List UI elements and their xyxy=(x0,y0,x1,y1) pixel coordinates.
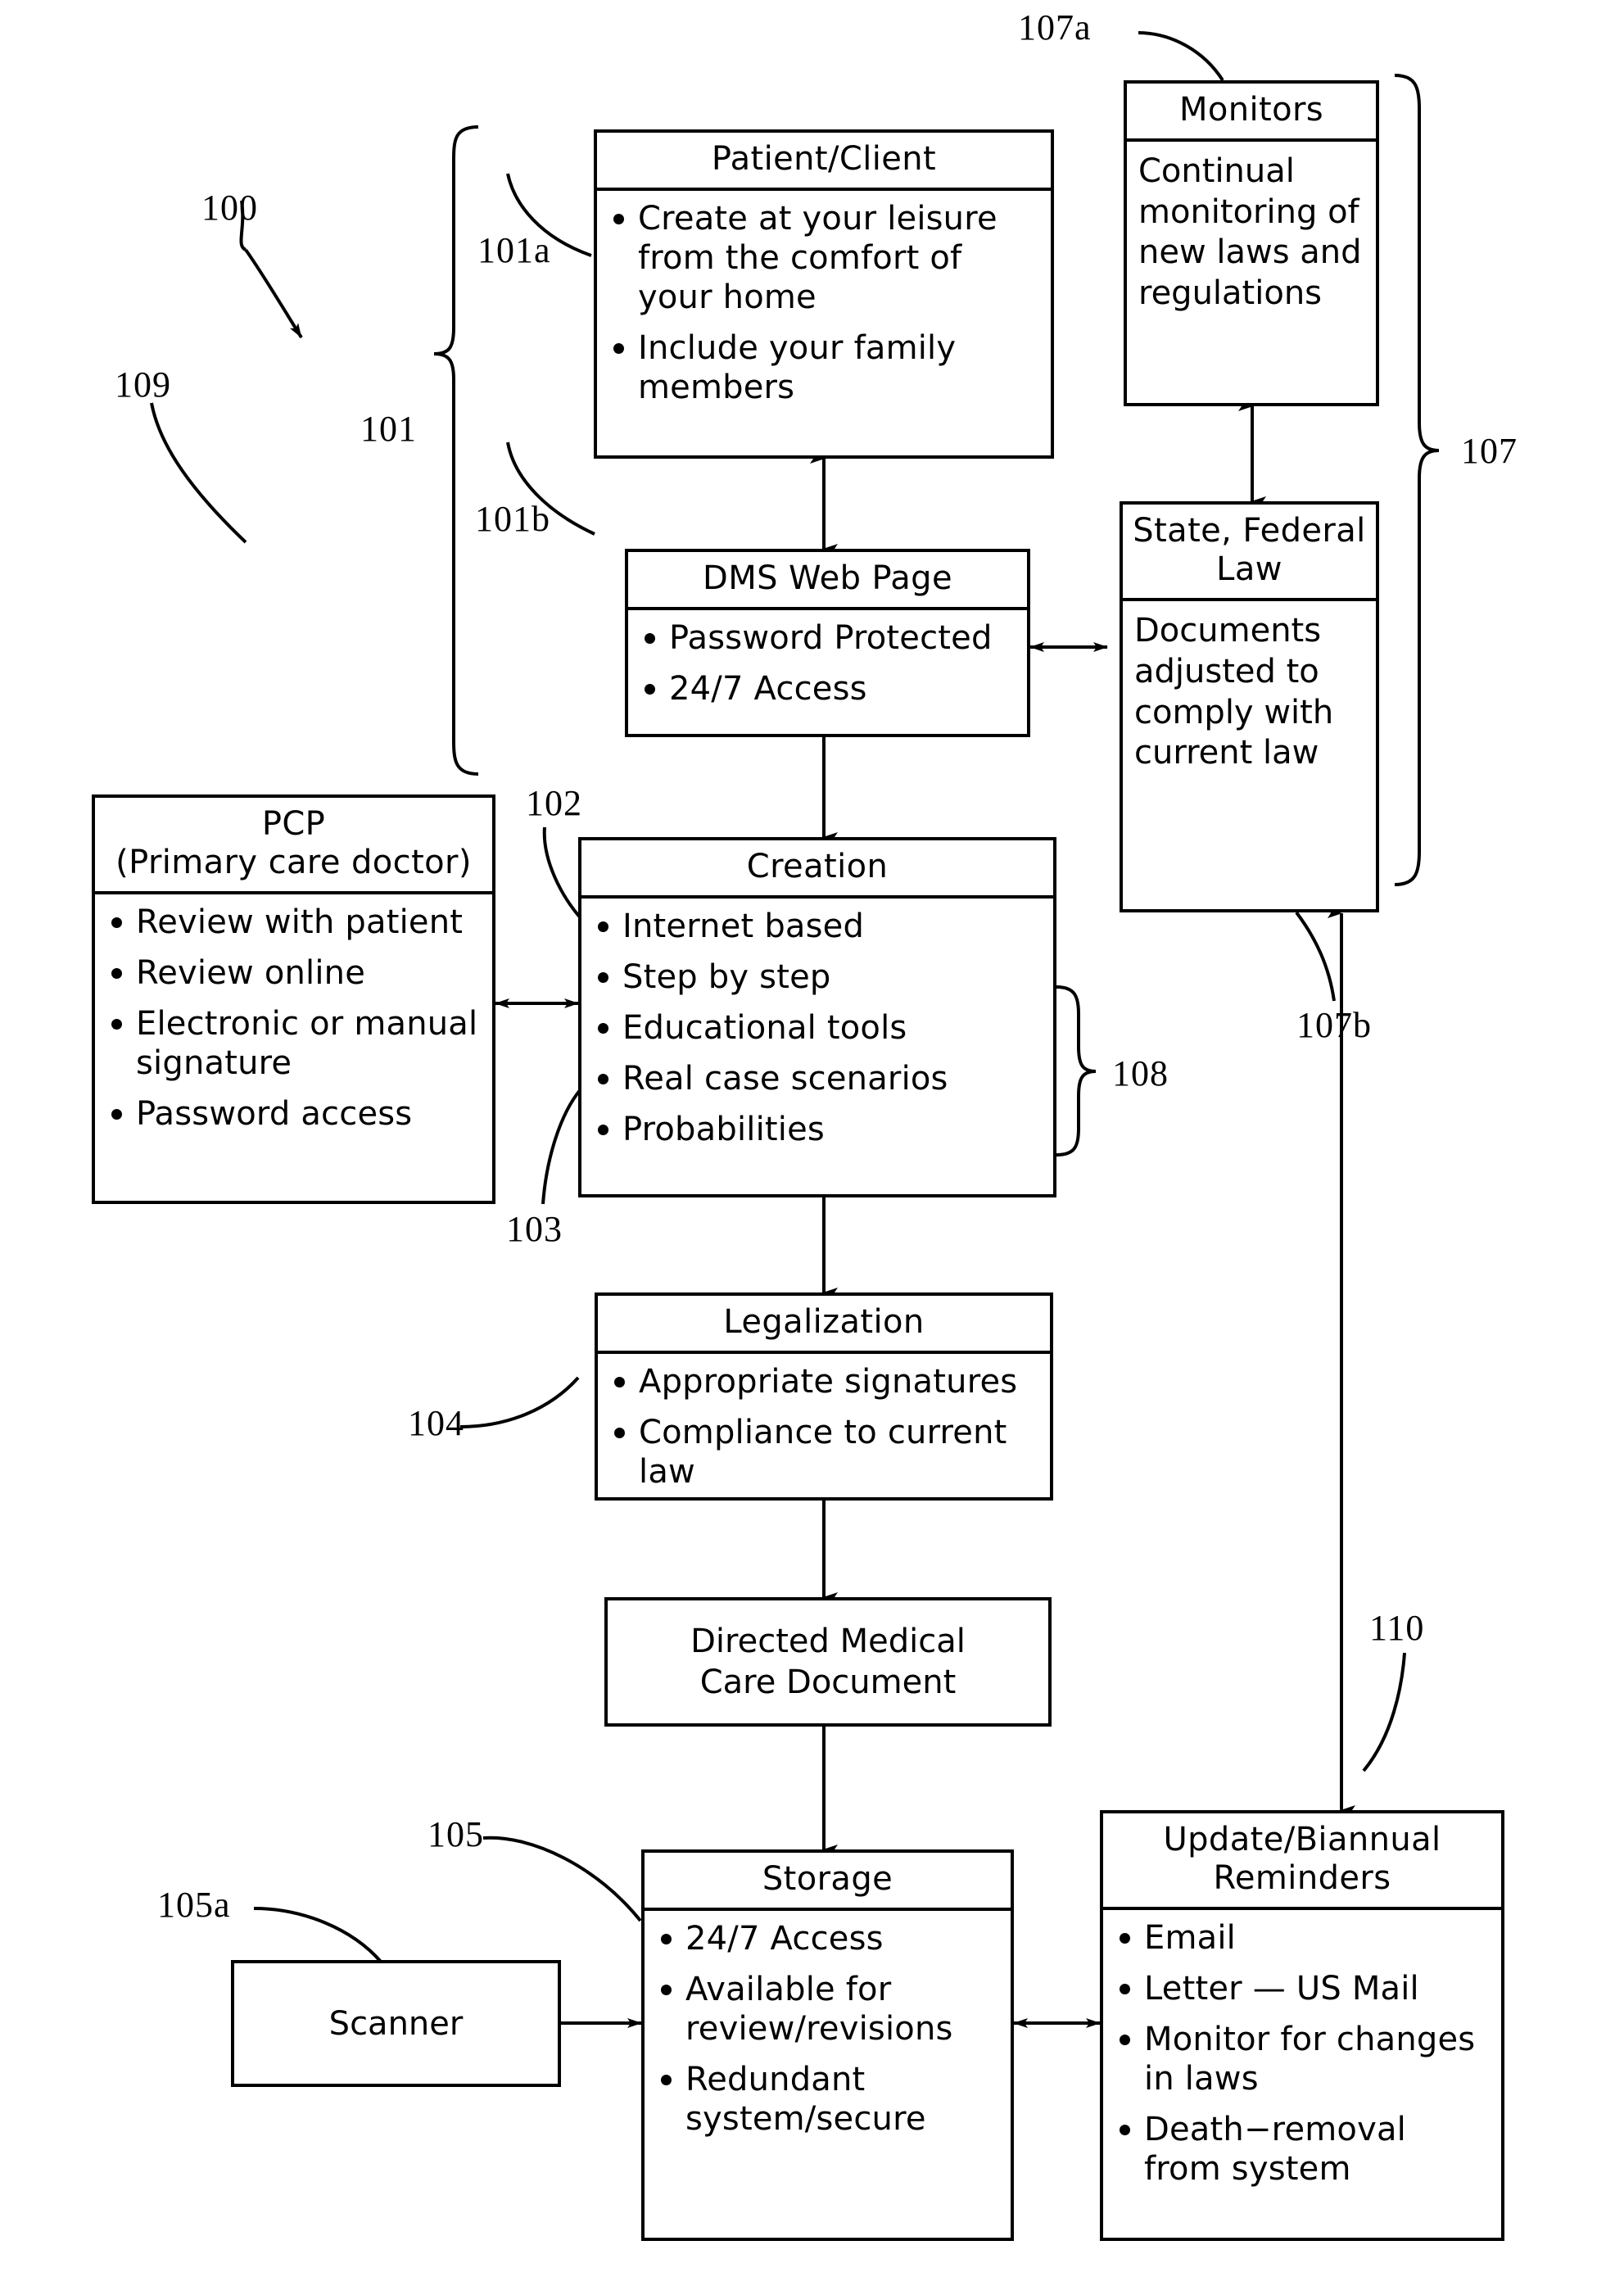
dmcd-line2: Care Document xyxy=(699,1664,957,1701)
list-item: Probabilities xyxy=(595,1110,1043,1149)
box-patient-client-body: Create at your leisure from the comfort … xyxy=(597,191,1051,415)
box-update-reminders[interactable]: Update/Biannual Reminders Email Letter —… xyxy=(1100,1810,1504,2241)
box-state-federal-law-body: Documents adjusted to comply with curren… xyxy=(1134,612,1334,772)
dms-bullet-list: Password Protected 24/7 Access xyxy=(641,618,1017,708)
storage-bullet-list: 24/7 Access Available for review/revisio… xyxy=(658,1919,1001,2139)
list-item: Death−removal from system xyxy=(1116,2110,1491,2189)
ref-numeral-110: 110 xyxy=(1369,1608,1425,1648)
leader-109 xyxy=(150,402,247,544)
ref-numeral-105a: 105a xyxy=(157,1885,231,1925)
box-storage-title: Storage xyxy=(645,1853,1011,1912)
box-directed-medical-care-document[interactable]: Directed Medical Care Document xyxy=(604,1597,1052,1727)
pcp-bullet-list: Review with patient Review online Electr… xyxy=(108,903,482,1134)
box-pcp-body: Review with patient Review online Electr… xyxy=(95,894,492,1142)
box-update-reminders-body: Email Letter — US Mail Monitor for chang… xyxy=(1103,1910,1501,2197)
box-storage-body: 24/7 Access Available for review/revisio… xyxy=(645,1911,1011,2147)
box-pcp[interactable]: PCP (Primary care doctor) Review with pa… xyxy=(92,794,495,1204)
ref-numeral-107: 107 xyxy=(1461,431,1518,471)
box-creation-title: Creation xyxy=(581,840,1053,899)
ref-numeral-107b: 107b xyxy=(1296,1005,1372,1045)
list-item: Review with patient xyxy=(108,903,482,942)
leader-110 xyxy=(1362,1652,1406,1772)
list-item: Monitor for changes in laws xyxy=(1116,2020,1491,2098)
patent-figure: Patient/Client Create at your leisure fr… xyxy=(0,0,1624,2277)
ref-numeral-100: 100 xyxy=(201,188,258,228)
box-pcp-title-line2: (Primary care doctor) xyxy=(115,844,472,882)
list-item: Electronic or manual signature xyxy=(108,1004,482,1083)
creation-bullet-list: Internet based Step by step Educational … xyxy=(595,907,1043,1149)
box-creation-body: Internet based Step by step Educational … xyxy=(581,899,1053,1157)
list-item: Letter — US Mail xyxy=(1116,1969,1491,2008)
box-pcp-title-line1: PCP xyxy=(261,805,326,843)
ref-numeral-104: 104 xyxy=(408,1403,464,1443)
box-scanner-body: Scanner xyxy=(328,2004,464,2043)
ref-numeral-103: 103 xyxy=(506,1209,563,1249)
leader-103 xyxy=(541,1088,582,1205)
box-dms-web-page-body: Password Protected 24/7 Access xyxy=(628,610,1027,717)
box-patient-client[interactable]: Patient/Client Create at your leisure fr… xyxy=(594,129,1054,459)
leader-100 xyxy=(244,248,303,339)
legalization-bullet-list: Appropriate signatures Compliance to cur… xyxy=(611,1362,1040,1492)
list-item: Compliance to current law xyxy=(611,1413,1040,1492)
ref-numeral-102: 102 xyxy=(526,783,582,823)
box-dms-web-page-title: DMS Web Page xyxy=(628,552,1027,611)
leader-102 xyxy=(542,826,583,921)
box-creation[interactable]: Creation Internet based Step by step Edu… xyxy=(578,837,1056,1197)
list-item: Step by step xyxy=(595,957,1043,997)
box-state-federal-law[interactable]: State, Federal Law Documents adjusted to… xyxy=(1120,501,1379,912)
box-state-federal-law-title: State, Federal Law xyxy=(1123,505,1376,602)
box-monitors-title: Monitors xyxy=(1127,84,1376,143)
list-item: Create at your leisure from the comfort … xyxy=(610,199,1041,317)
box-monitors-body: Continual monitoring of new laws and reg… xyxy=(1138,152,1362,312)
ref-numeral-105: 105 xyxy=(427,1814,484,1854)
list-item: Review online xyxy=(108,953,482,993)
list-item: Redundant system/secure xyxy=(658,2060,1001,2139)
box-legalization[interactable]: Legalization Appropriate signatures Comp… xyxy=(595,1292,1053,1501)
list-item: Include your family members xyxy=(610,328,1041,407)
leader-104 xyxy=(459,1376,580,1428)
leader-107b xyxy=(1295,911,1336,1002)
ref-numeral-109: 109 xyxy=(115,364,171,405)
list-item: Password Protected xyxy=(641,618,1017,658)
leader-107a xyxy=(1138,31,1224,82)
ref-numeral-101a: 101a xyxy=(477,230,551,270)
ref-numeral-108: 108 xyxy=(1112,1053,1169,1093)
leader-105a xyxy=(253,1907,382,1963)
update-title-line2: Reminders xyxy=(1213,1859,1391,1898)
update-reminders-bullet-list: Email Letter — US Mail Monitor for chang… xyxy=(1116,1918,1491,2189)
box-scanner[interactable]: Scanner xyxy=(231,1960,561,2087)
list-item: Email xyxy=(1116,1918,1491,1958)
ref-numeral-101b: 101b xyxy=(475,499,550,539)
brace-108 xyxy=(1056,985,1097,1157)
box-monitors[interactable]: Monitors Continual monitoring of new law… xyxy=(1124,80,1379,406)
brace-101 xyxy=(433,125,479,776)
box-pcp-title: PCP (Primary care doctor) xyxy=(95,798,492,895)
box-dms-web-page[interactable]: DMS Web Page Password Protected 24/7 Acc… xyxy=(625,549,1030,737)
list-item: Password access xyxy=(108,1094,482,1134)
list-item: Educational tools xyxy=(595,1008,1043,1048)
box-legalization-body: Appropriate signatures Compliance to cur… xyxy=(598,1354,1050,1500)
list-item: 24/7 Access xyxy=(658,1919,1001,1958)
list-item: Internet based xyxy=(595,907,1043,946)
patient-client-bullet-list: Create at your leisure from the comfort … xyxy=(610,199,1041,407)
box-update-reminders-title: Update/Biannual Reminders xyxy=(1103,1813,1501,1911)
update-title-line1: Update/Biannual xyxy=(1163,1821,1441,1858)
ref-numeral-101: 101 xyxy=(360,409,417,449)
dmcd-line1: Directed Medical xyxy=(690,1623,966,1660)
box-storage[interactable]: Storage 24/7 Access Available for review… xyxy=(641,1849,1014,2241)
box-patient-client-title: Patient/Client xyxy=(597,133,1051,192)
brace-107 xyxy=(1394,74,1440,886)
leader-105 xyxy=(482,1836,642,1922)
list-item: Appropriate signatures xyxy=(611,1362,1040,1401)
list-item: 24/7 Access xyxy=(641,669,1017,708)
box-directed-medical-care-document-body: Directed Medical Care Document xyxy=(608,1600,1048,1723)
box-legalization-title: Legalization xyxy=(598,1296,1050,1355)
list-item: Available for review/revisions xyxy=(658,1970,1001,2048)
ref-numeral-107a: 107a xyxy=(1018,7,1092,48)
list-item: Real case scenarios xyxy=(595,1059,1043,1098)
